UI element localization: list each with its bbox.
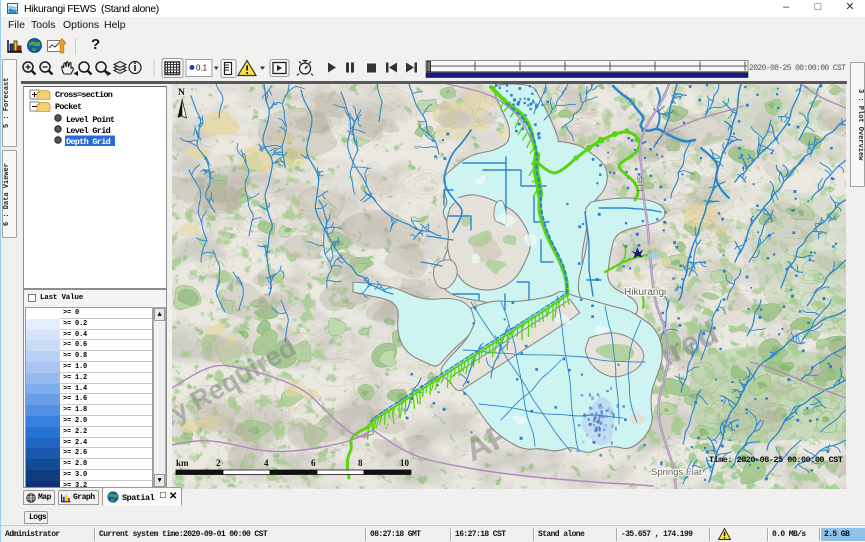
svg-text:10: 10 [400,458,410,468]
svg-text:km: km [176,458,189,468]
svg-text:Hikurangi: Hikurangi [624,287,666,298]
svg-text:SH 1: SH 1 [635,176,645,193]
svg-text:6: 6 [311,458,316,468]
svg-text:2: 2 [216,458,221,468]
svg-text:2020-08-25 00:00:00 CST: 2020-08-25 00:00:00 CST [749,64,846,73]
svg-text:Depth Grid: Depth Grid [66,137,111,147]
svg-text:4: 4 [264,458,269,468]
svg-text:N: N [178,88,185,98]
svg-text:Springs Flat: Springs Flat [651,467,702,478]
svg-text:Time: 2020-08-25 00:00:00 CST: Time: 2020-08-25 00:00:00 CST [709,455,843,465]
svg-text:0.1: 0.1 [196,64,208,73]
svg-text:Level Point: Level Point [66,115,115,125]
svg-text:Pocket: Pocket [55,102,82,112]
svg-text:8: 8 [358,458,363,468]
svg-text:Level Grid: Level Grid [66,126,111,136]
svg-text:Cross=section: Cross=section [55,90,113,100]
